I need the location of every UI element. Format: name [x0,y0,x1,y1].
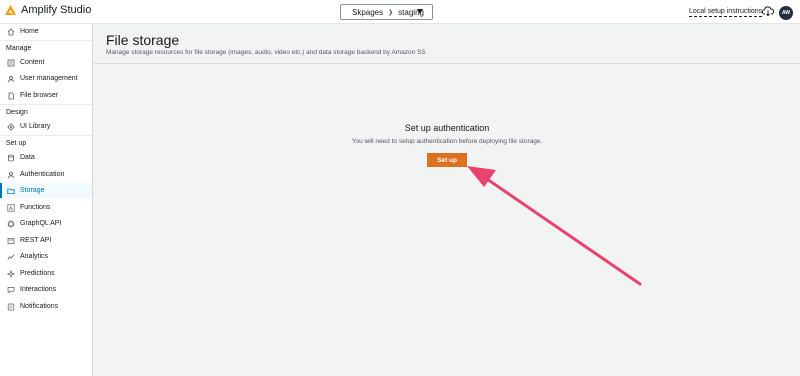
page-title: File storage [106,32,180,48]
interactions-icon [7,286,15,294]
main-content: Set up authentication You will need to s… [94,65,800,376]
sidebar-item-label: Authentication [20,171,65,178]
brand[interactable]: Amplify Studio [5,4,91,16]
analytics-icon [7,253,15,261]
sidebar-item-analytics[interactable]: Analytics [0,249,92,264]
sidebar-item-home[interactable]: Home [0,24,92,39]
sidebar-item-label: Storage [20,187,45,194]
set-up-button[interactable]: Set up [427,153,467,167]
section-design: Design [0,104,92,119]
caret-down-icon [417,9,423,14]
sidebar-item-label: GraphQL API [20,220,62,227]
sidebar: Home Manage Content User management File… [0,24,93,376]
page-header: File storage Manage storage resources fo… [94,24,800,64]
sidebar-item-label: Analytics [20,253,49,260]
notifications-icon [7,303,15,311]
database-icon [7,154,15,162]
empty-state-title: Set up authentication [404,123,490,133]
sidebar-item-storage[interactable]: Storage [0,183,92,198]
users-icon [7,75,15,83]
user-avatar[interactable]: AW [779,6,793,20]
sidebar-item-predictions[interactable]: Predictions [0,266,92,281]
graphql-icon [7,219,15,228]
person-icon [7,171,15,179]
sidebar-item-label: Data [20,154,35,161]
sidebar-item-label: Content [20,59,45,66]
app-title: Amplify Studio [21,4,92,16]
sidebar-item-functions[interactable]: Functions [0,200,92,215]
sidebar-item-label: REST API [20,237,52,244]
sidebar-item-ui-library[interactable]: UI Library [0,119,92,134]
api-icon [7,237,15,245]
empty-state-description: You will need to setup authentication be… [351,138,543,145]
app-name: Skpages [352,7,384,17]
sidebar-item-label: Interactions [20,286,57,293]
home-icon [7,27,15,36]
content-icon [7,59,15,67]
sidebar-item-interactions[interactable]: Interactions [0,282,92,297]
predictions-icon [7,269,15,278]
chevron-right-icon: ❯ [388,9,394,16]
file-icon [7,92,15,100]
sidebar-item-file-browser[interactable]: File browser [0,88,92,103]
sidebar-item-user-management[interactable]: User management [0,71,92,86]
section-manage: Manage [0,40,92,55]
sidebar-item-authentication[interactable]: Authentication [0,167,92,182]
top-bar: Amplify Studio Skpages ❯ staging Local s… [0,0,800,24]
sidebar-item-label: UI Library [20,123,51,130]
sidebar-item-graphql-api[interactable]: GraphQL API [0,216,92,231]
sidebar-item-data[interactable]: Data [0,150,92,165]
sidebar-item-label: Predictions [20,270,55,277]
section-setup: Set up [0,135,92,150]
cloud-download-icon[interactable] [762,6,774,16]
sidebar-item-notifications[interactable]: Notifications [0,299,92,314]
sidebar-item-content[interactable]: Content [0,55,92,70]
sidebar-item-rest-api[interactable]: REST API [0,233,92,248]
amplify-logo-icon [5,5,16,15]
page-description: Manage storage resources for file storag… [106,49,427,56]
ui-library-icon [7,122,15,131]
sidebar-item-label: Functions [20,204,51,211]
lambda-icon [7,203,15,212]
sidebar-item-label: Notifications [20,303,59,310]
local-setup-link[interactable]: Local setup instructions [689,7,763,17]
folder-icon [7,187,15,195]
sidebar-item-label: File browser [20,92,59,99]
environment-selector[interactable]: Skpages ❯ staging [340,4,433,20]
sidebar-item-label: Home [20,28,39,35]
sidebar-item-label: User management [20,75,78,82]
